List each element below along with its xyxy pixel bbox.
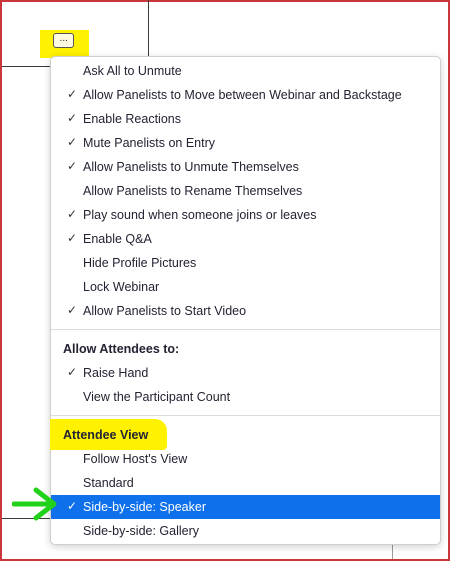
menu-divider <box>51 415 440 416</box>
menu-item-label: Standard <box>83 476 134 490</box>
checkmark-icon: ✓ <box>67 87 78 101</box>
panel-divider <box>392 544 393 559</box>
more-options-button[interactable]: ··· <box>53 33 74 48</box>
highlight-mark <box>50 419 167 450</box>
panel-divider <box>148 0 149 58</box>
checkmark-icon: ✓ <box>67 231 78 245</box>
menu-item-label: Side-by-side: Gallery <box>83 524 200 538</box>
menu-divider <box>51 329 440 330</box>
checkmark-icon: ✓ <box>67 499 78 513</box>
menu-item-label: Follow Host's View <box>83 452 188 466</box>
menu-item-label: Enable Q&A <box>83 232 152 246</box>
menu-item-allow-panelists-start-video[interactable]: ✓ Allow Panelists to Start Video <box>51 299 440 323</box>
checkmark-icon: ✓ <box>67 303 78 317</box>
menu-item-play-sound[interactable]: ✓ Play sound when someone joins or leave… <box>51 203 440 227</box>
menu-item-mute-panelists-on-entry[interactable]: ✓ Mute Panelists on Entry <box>51 131 440 155</box>
menu-item-standard[interactable]: Standard <box>51 471 440 495</box>
section-header-allow-attendees: Allow Attendees to: <box>63 342 180 356</box>
menu-item-enable-qa[interactable]: ✓ Enable Q&A <box>51 227 440 251</box>
menu-item-view-participant-count[interactable]: View the Participant Count <box>51 385 440 409</box>
menu-item-label: Lock Webinar <box>83 280 160 294</box>
menu-item-side-by-side-speaker[interactable]: ✓ Side-by-side: Speaker <box>51 495 440 519</box>
menu-item-label: Enable Reactions <box>83 112 181 126</box>
menu-item-allow-panelists-unmute[interactable]: ✓ Allow Panelists to Unmute Themselves <box>51 155 440 179</box>
menu-item-label: Allow Panelists to Move between Webinar … <box>83 88 402 102</box>
menu-item-lock-webinar[interactable]: Lock Webinar <box>51 275 440 299</box>
checkmark-icon: ✓ <box>67 135 78 149</box>
menu-item-label: Allow Panelists to Start Video <box>83 304 247 318</box>
menu-item-allow-panelists-rename[interactable]: Allow Panelists to Rename Themselves <box>51 179 440 203</box>
checkmark-icon: ✓ <box>67 365 78 379</box>
menu-item-hide-profile-pictures[interactable]: Hide Profile Pictures <box>51 251 440 275</box>
menu-item-label: Hide Profile Pictures <box>83 256 197 270</box>
menu-item-label: Side-by-side: Speaker <box>83 500 206 514</box>
menu-item-side-by-side-gallery[interactable]: Side-by-side: Gallery <box>51 519 440 543</box>
menu-item-label: Raise Hand <box>83 366 149 380</box>
menu-item-raise-hand[interactable]: ✓ Raise Hand <box>51 361 440 385</box>
menu-item-label: Play sound when someone joins or leaves <box>83 208 317 222</box>
menu-item-follow-hosts-view[interactable]: Follow Host's View <box>51 447 440 471</box>
menu-item-label: View the Participant Count <box>83 390 231 404</box>
checkmark-icon: ✓ <box>67 207 78 221</box>
checkmark-icon: ✓ <box>67 111 78 125</box>
green-arrow-annotation <box>12 487 57 521</box>
menu-item-label: Ask All to Unmute <box>83 64 182 78</box>
menu-item-label: Allow Panelists to Rename Themselves <box>83 184 303 198</box>
ellipsis-icon: ··· <box>59 34 68 46</box>
menu-item-ask-all-to-unmute[interactable]: Ask All to Unmute <box>51 59 440 83</box>
panel-divider <box>2 66 50 67</box>
menu-item-enable-reactions[interactable]: ✓ Enable Reactions <box>51 107 440 131</box>
checkmark-icon: ✓ <box>67 159 78 173</box>
menu-item-label: Mute Panelists on Entry <box>83 136 216 150</box>
menu-item-allow-panelists-move[interactable]: ✓ Allow Panelists to Move between Webina… <box>51 83 440 107</box>
menu-item-label: Allow Panelists to Unmute Themselves <box>83 160 299 174</box>
